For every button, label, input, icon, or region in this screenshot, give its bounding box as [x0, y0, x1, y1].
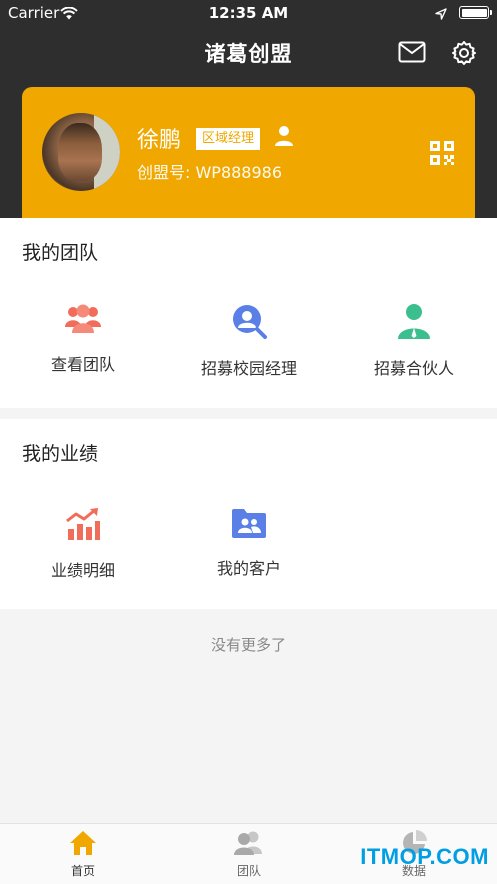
performance-detail-label: 业绩明细: [50, 561, 115, 580]
tab-home-label: 首页: [70, 864, 95, 878]
qr-code-icon[interactable]: [430, 141, 454, 169]
my-customers-button[interactable]: 我的客户: [166, 507, 332, 579]
battery-fill: [461, 8, 487, 17]
role-badge: 区域经理: [196, 128, 261, 150]
recruit-campus-manager-button[interactable]: 招募校园经理: [166, 303, 332, 379]
user-name: 徐鹏: [137, 128, 182, 153]
status-bar: Carrier 12:35 AM: [0, 0, 497, 26]
tab-team[interactable]: 团队: [166, 830, 332, 879]
account-number: 创盟号: WP888986: [137, 163, 283, 182]
status-time: 12:35 AM: [208, 4, 289, 22]
home-icon: [69, 831, 97, 860]
avatar: [42, 113, 120, 191]
battery-icon: [459, 6, 492, 19]
tab-bar: 首页 团队 数据 ITMOP.COM: [0, 823, 497, 884]
chart-icon: [0, 507, 166, 545]
mail-icon[interactable]: [398, 41, 426, 67]
location-arrow-icon: [435, 6, 447, 24]
tab-home[interactable]: 首页: [0, 830, 166, 879]
performance-section: 我的业绩 业绩明细 我的客户: [0, 419, 497, 609]
profile-card[interactable]: 徐鹏 区域经理 创盟号: WP888986: [22, 87, 475, 218]
section-title-performance: 我的业绩: [22, 443, 99, 465]
view-team-label: 查看团队: [50, 355, 115, 374]
my-customers-label: 我的客户: [216, 559, 281, 578]
team-tab-icon: [234, 831, 264, 860]
team-section: 我的团队 查看团队 招募校园经理 招募合伙人: [0, 218, 497, 408]
watermark: ITMOP.COM: [360, 844, 489, 869]
view-team-button[interactable]: 查看团队: [0, 303, 166, 375]
partner-icon: [331, 303, 497, 343]
recruit-campus-manager-label: 招募校园经理: [200, 359, 297, 378]
customer-folder-icon: [166, 507, 332, 543]
team-icon: [0, 303, 166, 339]
recruit-partner-label: 招募合伙人: [373, 359, 454, 378]
header: Carrier 12:35 AM 诸葛创盟 徐鹏 区域经理 创盟号: WP888…: [0, 0, 497, 218]
tab-team-label: 团队: [236, 864, 261, 878]
user-icon[interactable]: [274, 125, 294, 151]
section-title-team: 我的团队: [22, 242, 99, 264]
performance-detail-button[interactable]: 业绩明细: [0, 507, 166, 581]
recruit-partner-button[interactable]: 招募合伙人: [331, 303, 497, 379]
gear-icon[interactable]: [451, 40, 477, 70]
no-more-text: 没有更多了: [210, 636, 286, 654]
search-user-icon: [166, 303, 332, 343]
